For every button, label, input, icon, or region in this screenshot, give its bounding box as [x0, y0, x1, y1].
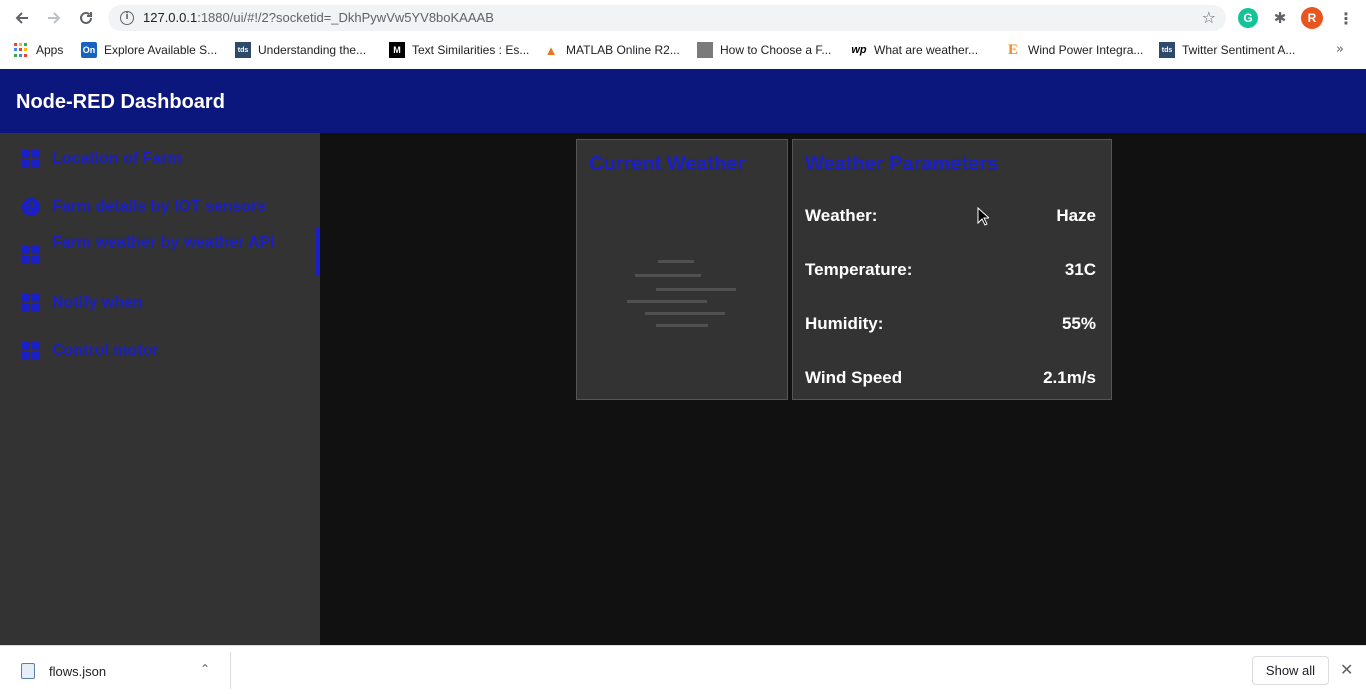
current-weather-card: Current Weather: [576, 139, 788, 400]
grammarly-extension-icon[interactable]: G: [1238, 8, 1258, 28]
avatar-icon: [697, 42, 713, 58]
file-icon: [21, 663, 35, 679]
bookmark-item[interactable]: On Explore Available S...: [81, 41, 217, 59]
bookmark-item[interactable]: wp What are weather...: [851, 41, 978, 59]
info-icon[interactable]: i: [120, 11, 134, 25]
sidebar-item-farm-weather[interactable]: Farm weather by weather API: [0, 233, 320, 277]
download-bar: flows.json ⌃ Show all ✕: [0, 645, 1366, 694]
bookmark-item[interactable]: tds Understanding the...: [235, 41, 366, 59]
show-all-button[interactable]: Show all: [1252, 656, 1329, 685]
card-title: Weather Parameters: [805, 153, 999, 175]
back-button[interactable]: [10, 6, 34, 30]
param-label: Humidity:: [805, 314, 884, 333]
sidebar-item-label: Control motor: [52, 342, 159, 359]
weather-parameters-card: Weather Parameters Weather: Haze Tempera…: [792, 139, 1112, 400]
arrow-left-icon: [15, 12, 28, 24]
profile-avatar[interactable]: R: [1301, 7, 1323, 29]
param-label: Weather:: [805, 206, 878, 225]
reload-button[interactable]: [74, 6, 98, 30]
sidebar-item-label: Location of Farm: [52, 150, 182, 167]
sidebar-item-farm-details[interactable]: ? Farm details by IOT sensors: [0, 195, 320, 223]
sidebar-item-label: Farm weather by weather API: [52, 234, 275, 251]
param-label: Temperature:: [805, 260, 913, 279]
param-value: 2.1m/s: [1043, 368, 1096, 387]
sidebar-item-label: Notify when: [52, 294, 143, 311]
matlab-icon: ▲: [544, 42, 558, 58]
extensions-puzzle-icon[interactable]: ✱: [1270, 8, 1290, 28]
reload-icon: [80, 11, 92, 24]
chevron-up-icon[interactable]: ⌃: [200, 662, 210, 676]
wp-icon: wp: [851, 44, 867, 56]
param-row-weather: Weather: Haze: [805, 206, 1096, 226]
browser-menu-icon[interactable]: ⋮: [1336, 8, 1356, 28]
close-icon[interactable]: ✕: [1340, 660, 1353, 679]
dashboard-header: Node-RED Dashboard: [0, 69, 1366, 133]
bookmark-item[interactable]: M Text Similarities : Es...: [389, 41, 529, 59]
apps-grid-icon: [14, 43, 28, 57]
card-title: Current Weather: [589, 153, 746, 175]
bookmark-star-icon[interactable]: ☆: [1202, 8, 1216, 27]
dashboard-icon: [22, 150, 40, 168]
sidebar: Location of Farm ? Farm details by IOT s…: [0, 133, 320, 645]
tds-icon: tds: [1159, 42, 1175, 58]
haze-weather-icon: [627, 260, 742, 332]
param-value: 55%: [1061, 314, 1096, 333]
bookmark-item[interactable]: ▲ MATLAB Online R2...: [543, 41, 680, 59]
e-icon: E: [1007, 41, 1018, 58]
browser-chrome: i 127.0.0.1:1880/ui/#!/2?socketid=_DkhPy…: [0, 0, 1366, 69]
bookmarks-overflow-icon[interactable]: »: [1336, 42, 1344, 57]
url-text[interactable]: 127.0.0.1:1880/ui/#!/2?socketid=_DkhPywV…: [143, 10, 494, 25]
param-row-temperature: Temperature: 31C: [805, 260, 1096, 280]
on-icon: On: [81, 42, 97, 58]
sidebar-item-location-of-farm[interactable]: Location of Farm: [0, 147, 320, 175]
bookmark-item[interactable]: tds Twitter Sentiment A...: [1159, 41, 1295, 59]
main-content: Current Weather Weather Parameters Weath…: [320, 133, 1366, 645]
sidebar-item-control-motor[interactable]: Control motor: [0, 339, 320, 367]
tds-icon: tds: [235, 42, 251, 58]
dashboard-icon: [22, 342, 40, 360]
bookmark-item[interactable]: E Wind Power Integra...: [1005, 41, 1143, 59]
arrow-right-icon: [48, 12, 61, 24]
help-icon: ?: [22, 198, 40, 216]
page-title: Node-RED Dashboard: [16, 91, 225, 113]
download-file-name[interactable]: flows.json: [49, 664, 106, 679]
bookmark-apps[interactable]: Apps: [14, 41, 63, 59]
dashboard-icon: [22, 246, 40, 264]
param-value: 31C: [1064, 260, 1096, 279]
medium-icon: M: [389, 42, 405, 58]
param-row-humidity: Humidity: 55%: [805, 314, 1096, 334]
param-row-wind-speed: Wind Speed 2.1m/s: [805, 368, 1096, 388]
address-bar[interactable]: i 127.0.0.1:1880/ui/#!/2?socketid=_DkhPy…: [108, 5, 1226, 31]
bookmarks-bar: Apps On Explore Available S... tds Under…: [0, 38, 1366, 62]
param-value: Haze: [1056, 206, 1096, 225]
sidebar-item-notify-when[interactable]: Notify when: [0, 291, 320, 319]
param-label: Wind Speed: [805, 368, 903, 387]
bookmark-item[interactable]: How to Choose a F...: [697, 41, 831, 59]
divider: [230, 652, 231, 689]
dashboard-icon: [22, 294, 40, 312]
sidebar-item-label: Farm details by IOT sensors: [52, 198, 267, 215]
forward-button[interactable]: [42, 6, 66, 30]
